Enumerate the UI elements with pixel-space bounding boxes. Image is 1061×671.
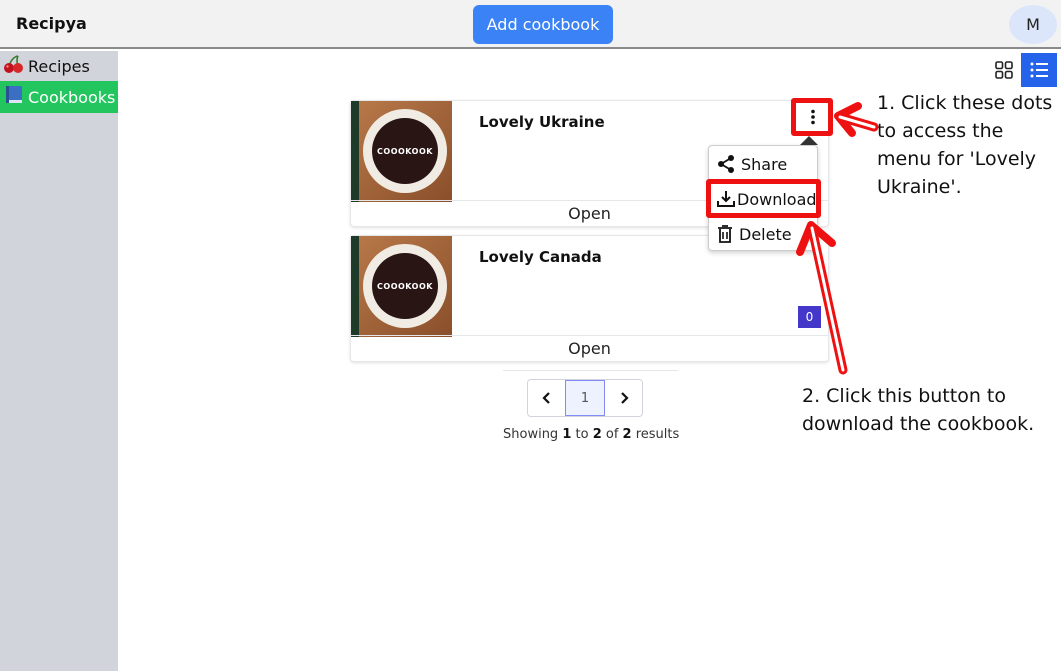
pagination-of-text: of bbox=[601, 427, 623, 442]
download-highlight-box bbox=[706, 179, 821, 218]
pagination-prefix: Showing bbox=[503, 427, 563, 442]
recipe-count-badge: 0 bbox=[798, 306, 821, 328]
sidebar-item-cookbooks[interactable]: Cookbooks bbox=[0, 81, 118, 113]
chevron-right-icon bbox=[620, 392, 629, 404]
book-icon bbox=[0, 85, 28, 110]
previous-page-button[interactable] bbox=[528, 380, 565, 416]
pagination-to: 2 bbox=[592, 427, 602, 442]
add-cookbook-button[interactable]: Add cookbook bbox=[473, 5, 613, 44]
pagination-total: 2 bbox=[622, 427, 632, 442]
grid-view-button[interactable] bbox=[987, 53, 1021, 87]
sidebar-item-label: Recipes bbox=[28, 56, 90, 76]
pagination: 1 bbox=[527, 379, 643, 417]
annotation-step-2: 2. Click this button to download the coo… bbox=[802, 385, 1035, 435]
top-bar: Recipya Add cookbook M bbox=[0, 0, 1061, 49]
next-page-button[interactable] bbox=[605, 380, 642, 416]
cover-text: COOOKOOK bbox=[372, 118, 438, 184]
menu-item-delete[interactable]: Delete bbox=[709, 217, 819, 251]
share-icon bbox=[718, 155, 734, 173]
menu-item-share[interactable]: Share bbox=[709, 147, 819, 181]
list-view-icon bbox=[1030, 62, 1048, 78]
cookbook-cover-image[interactable]: COOOKOOK bbox=[351, 236, 452, 337]
pagination-from: 1 bbox=[562, 427, 572, 442]
pagination-divider bbox=[503, 370, 678, 371]
menu-item-label: Delete bbox=[739, 224, 792, 244]
sidebar-item-recipes[interactable]: Recipes bbox=[0, 51, 118, 81]
dots-highlight-box bbox=[791, 98, 833, 136]
app-title[interactable]: Recipya bbox=[16, 14, 87, 33]
sidebar-item-label: Cookbooks bbox=[28, 87, 116, 107]
cookbook-title: Lovely Canada bbox=[479, 248, 602, 266]
list-view-button[interactable] bbox=[1021, 53, 1057, 87]
trash-icon bbox=[718, 225, 732, 243]
cover-plate: COOOKOOK bbox=[363, 109, 447, 193]
cover-spine bbox=[351, 101, 359, 202]
pagination-info: Showing 1 to 2 of 2 results bbox=[503, 427, 679, 442]
open-button[interactable]: Open bbox=[351, 335, 828, 361]
menu-item-label: Share bbox=[741, 154, 788, 174]
pagination-to-text: to bbox=[571, 427, 593, 442]
page-number-button[interactable]: 1 bbox=[565, 380, 605, 416]
cover-text: COOOKOOK bbox=[372, 253, 438, 319]
cookbook-title: Lovely Ukraine bbox=[479, 113, 605, 131]
avatar[interactable]: M bbox=[1009, 5, 1057, 44]
cover-spine bbox=[351, 236, 359, 337]
arrow-to-dots-icon bbox=[834, 102, 879, 137]
cherries-icon bbox=[0, 54, 28, 79]
grid-view-icon bbox=[995, 61, 1013, 79]
pagination-suffix: results bbox=[631, 427, 680, 442]
chevron-left-icon bbox=[541, 392, 550, 404]
sidebar: Recipes Cookbooks bbox=[0, 51, 118, 671]
menu-caret bbox=[800, 136, 818, 145]
annotation-step-1: 1. Click these dots to access the menu f… bbox=[877, 92, 1053, 198]
cookbook-cover-image[interactable]: COOOKOOK bbox=[351, 101, 452, 202]
cover-plate: COOOKOOK bbox=[363, 244, 447, 328]
cookbook-card: COOOKOOK Lovely Canada 0 Open bbox=[350, 235, 829, 362]
